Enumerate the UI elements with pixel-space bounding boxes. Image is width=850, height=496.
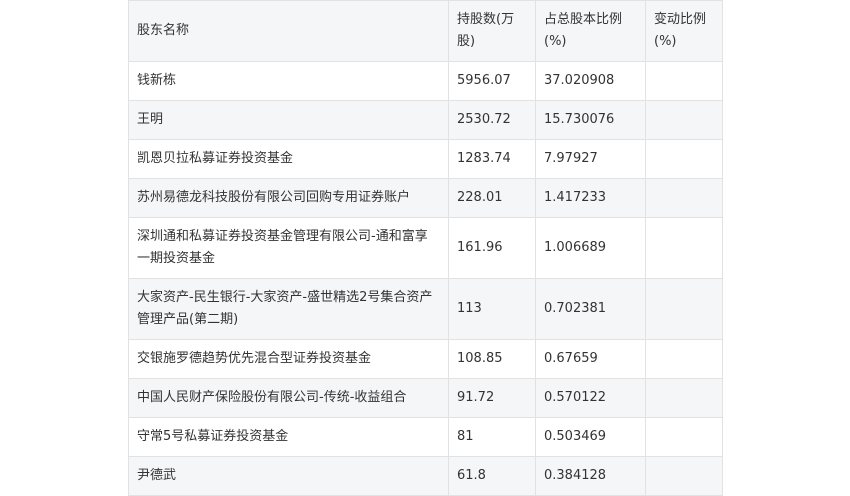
table-row: 深圳通和私募证券投资基金管理有限公司-通和富享一期投资基金 161.96 1.0… (128, 217, 723, 279)
cell-change (645, 100, 723, 140)
cell-name: 尹德武 (128, 456, 449, 496)
cell-change (645, 417, 723, 457)
cell-name: 苏州易德龙科技股份有限公司回购专用证券账户 (128, 178, 449, 218)
cell-name: 中国人民财产保险股份有限公司-传统-收益组合 (128, 378, 449, 418)
cell-shares: 61.8 (448, 456, 536, 496)
cell-ratio: 1.006689 (535, 217, 646, 279)
header-shares: 持股数(万股) (448, 0, 536, 62)
cell-shares: 228.01 (448, 178, 536, 218)
cell-shares: 108.85 (448, 339, 536, 379)
shareholder-table: 股东名称 持股数(万股) 占总股本比例(%) 变动比例(%) 钱新栋 5956.… (128, 0, 723, 496)
cell-change (645, 139, 723, 179)
cell-ratio: 37.020908 (535, 61, 646, 101)
cell-change (645, 278, 723, 340)
cell-ratio: 1.417233 (535, 178, 646, 218)
table-row: 钱新栋 5956.07 37.020908 (128, 61, 723, 101)
cell-ratio: 0.702381 (535, 278, 646, 340)
table-row: 凯恩贝拉私募证券投资基金 1283.74 7.97927 (128, 139, 723, 179)
cell-change (645, 178, 723, 218)
cell-name: 凯恩贝拉私募证券投资基金 (128, 139, 449, 179)
shareholder-table-container: 股东名称 持股数(万股) 占总股本比例(%) 变动比例(%) 钱新栋 5956.… (128, 0, 723, 496)
table-header-row: 股东名称 持股数(万股) 占总股本比例(%) 变动比例(%) (128, 0, 723, 62)
table-row: 王明 2530.72 15.730076 (128, 100, 723, 140)
cell-change (645, 456, 723, 496)
cell-ratio: 0.503469 (535, 417, 646, 457)
cell-shares: 1283.74 (448, 139, 536, 179)
header-change: 变动比例(%) (645, 0, 723, 62)
header-shareholder-name: 股东名称 (128, 0, 449, 62)
cell-shares: 113 (448, 278, 536, 340)
table-row: 守常5号私募证券投资基金 81 0.503469 (128, 417, 723, 457)
cell-shares: 2530.72 (448, 100, 536, 140)
cell-name: 守常5号私募证券投资基金 (128, 417, 449, 457)
cell-change (645, 61, 723, 101)
cell-name: 大家资产-民生银行-大家资产-盛世精选2号集合资产管理产品(第二期) (128, 278, 449, 340)
cell-shares: 5956.07 (448, 61, 536, 101)
table-row: 大家资产-民生银行-大家资产-盛世精选2号集合资产管理产品(第二期) 113 0… (128, 278, 723, 340)
cell-change (645, 378, 723, 418)
cell-ratio: 0.570122 (535, 378, 646, 418)
table-row: 中国人民财产保险股份有限公司-传统-收益组合 91.72 0.570122 (128, 378, 723, 418)
table-row: 交银施罗德趋势优先混合型证券投资基金 108.85 0.67659 (128, 339, 723, 379)
cell-ratio: 0.384128 (535, 456, 646, 496)
cell-name: 王明 (128, 100, 449, 140)
cell-change (645, 339, 723, 379)
cell-name: 交银施罗德趋势优先混合型证券投资基金 (128, 339, 449, 379)
cell-change (645, 217, 723, 279)
cell-ratio: 7.97927 (535, 139, 646, 179)
cell-name: 钱新栋 (128, 61, 449, 101)
table-row: 尹德武 61.8 0.384128 (128, 456, 723, 496)
cell-shares: 91.72 (448, 378, 536, 418)
header-ratio: 占总股本比例(%) (535, 0, 646, 62)
cell-ratio: 15.730076 (535, 100, 646, 140)
cell-shares: 161.96 (448, 217, 536, 279)
cell-name: 深圳通和私募证券投资基金管理有限公司-通和富享一期投资基金 (128, 217, 449, 279)
cell-shares: 81 (448, 417, 536, 457)
table-row: 苏州易德龙科技股份有限公司回购专用证券账户 228.01 1.417233 (128, 178, 723, 218)
cell-ratio: 0.67659 (535, 339, 646, 379)
